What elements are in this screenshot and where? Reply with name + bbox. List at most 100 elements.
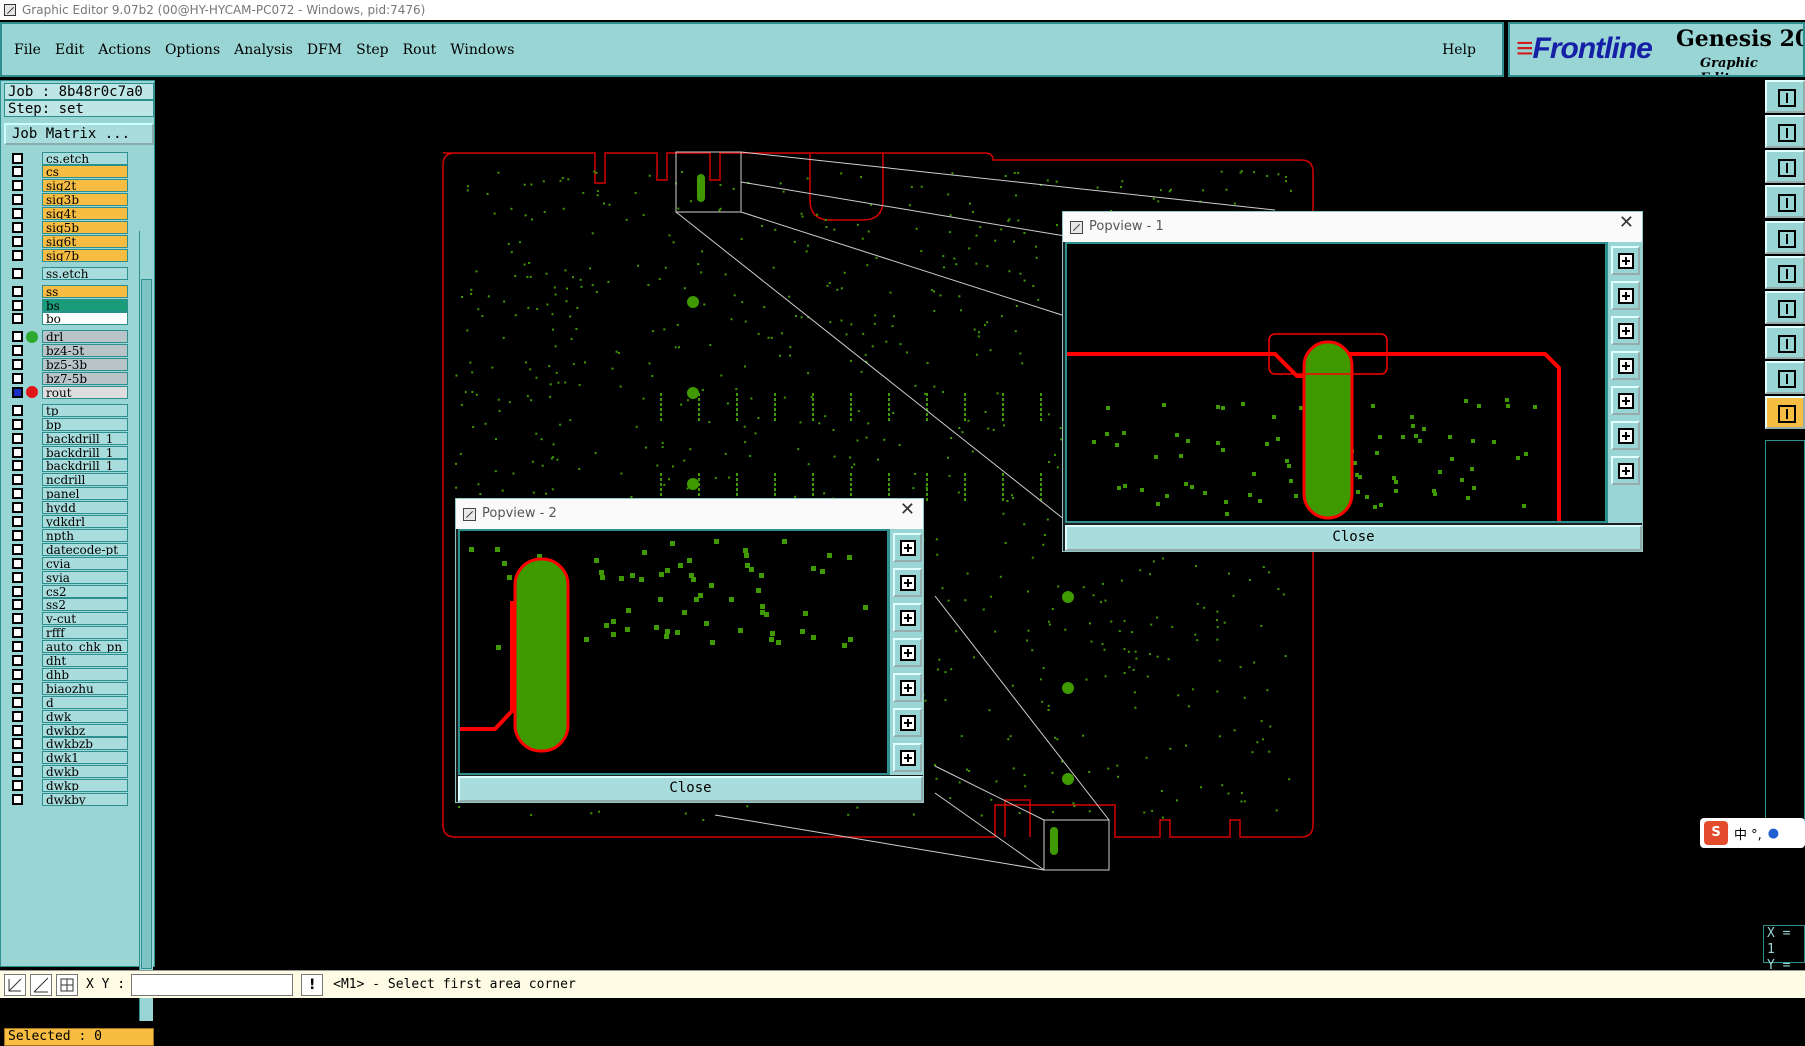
layer-row[interactable]: npth (4, 528, 134, 542)
zoom-in-icon[interactable] (1611, 246, 1640, 275)
layer-checkbox[interactable] (12, 249, 23, 261)
layer-checkbox[interactable] (12, 502, 23, 514)
popview-2-close-button[interactable]: Close (458, 776, 923, 802)
ime-bar[interactable]: S 中 °, ● (1700, 818, 1805, 848)
layer-row[interactable]: ss2 (4, 598, 134, 612)
layer-checkbox[interactable] (12, 696, 23, 708)
zoom-area-icon[interactable] (4, 973, 26, 996)
layer-row[interactable]: bz5-3b (4, 358, 134, 372)
job-matrix-button[interactable]: Job Matrix ... (4, 123, 154, 145)
pan-up-icon[interactable] (1611, 281, 1640, 310)
layer-checkbox[interactable] (12, 446, 23, 458)
layer-row[interactable]: dwkb (4, 765, 134, 779)
layer-row[interactable]: svia (4, 570, 134, 584)
layer-checkbox[interactable] (12, 794, 23, 805)
layer-checkbox[interactable] (12, 331, 23, 343)
feature-icon[interactable] (1765, 221, 1805, 254)
layer-checkbox[interactable] (12, 613, 23, 625)
layer-row[interactable]: tp (4, 403, 134, 417)
layer-checkbox[interactable] (12, 474, 23, 486)
menu-edit[interactable]: Edit (55, 42, 84, 58)
layer-checkbox[interactable] (12, 682, 23, 694)
layer-checkbox[interactable] (12, 285, 23, 297)
layer-row[interactable]: sig5b (4, 221, 134, 235)
pan-left-icon[interactable] (1611, 351, 1640, 380)
layer-checkbox[interactable] (12, 404, 23, 416)
layer-row[interactable]: bz4-5t (4, 344, 134, 358)
layer-checkbox[interactable] (12, 752, 23, 764)
layer-checkbox[interactable] (12, 557, 23, 569)
layer-row[interactable]: ss (4, 284, 134, 298)
menu-step[interactable]: Step (356, 42, 388, 58)
layer-checkbox[interactable] (12, 780, 23, 792)
layer-row[interactable]: cs2 (4, 584, 134, 598)
layer-row[interactable]: rout (4, 385, 134, 399)
pan-right-icon[interactable] (893, 673, 922, 702)
layer-checkbox[interactable] (12, 166, 23, 178)
layer-row[interactable]: cvia (4, 556, 134, 570)
layer-row[interactable]: dht (4, 654, 134, 668)
layer-row[interactable]: dwkbzb (4, 737, 134, 751)
layer-checkbox[interactable] (12, 345, 23, 357)
layer-row[interactable]: dhb (4, 667, 134, 681)
layer-row[interactable]: dwkbz (4, 723, 134, 737)
pan-right-icon[interactable] (1611, 386, 1640, 415)
select-color-icon[interactable] (1765, 326, 1805, 359)
zoom-in-icon[interactable] (893, 533, 922, 562)
close-icon[interactable]: ✕ (1619, 212, 1634, 233)
layer-checkbox[interactable] (12, 599, 23, 611)
menu-options[interactable]: Options (165, 42, 220, 58)
layer-row[interactable]: biaozhu (4, 681, 134, 695)
layer-row[interactable]: cs.etch (4, 151, 134, 165)
layer-checkbox[interactable] (12, 655, 23, 666)
layer-checkbox[interactable] (12, 373, 23, 384)
layer-checkbox[interactable] (12, 180, 23, 192)
layer-checkbox[interactable] (12, 516, 23, 527)
layer-checkbox[interactable] (12, 488, 23, 500)
layer-checkbox[interactable] (12, 194, 23, 206)
layer-checkbox[interactable] (12, 359, 23, 371)
layer-transform-icon[interactable] (1765, 185, 1805, 218)
layer-row[interactable]: v-cut (4, 612, 134, 626)
menu-rout[interactable]: Rout (403, 42, 437, 58)
layer-checkbox[interactable] (12, 152, 23, 164)
layer-row[interactable]: backdrill_1 (4, 445, 134, 459)
step-left-icon[interactable] (1765, 115, 1805, 148)
layer-row[interactable]: cs (4, 165, 134, 179)
pointer-icon[interactable] (1765, 396, 1805, 429)
layer-row[interactable]: dwk (4, 709, 134, 723)
layer-checkbox[interactable] (12, 641, 23, 653)
layer-checkbox[interactable] (12, 208, 23, 220)
layer-row[interactable]: sig7b (4, 248, 134, 262)
layer-row[interactable]: ncdrill (4, 473, 134, 487)
layer-checkbox[interactable] (12, 386, 23, 398)
menu-file[interactable]: File (14, 42, 41, 58)
layer-checkbox[interactable] (12, 738, 23, 750)
net-icon[interactable] (1765, 256, 1805, 289)
grid-icon[interactable] (56, 973, 78, 996)
layer-checkbox[interactable] (12, 313, 23, 325)
measure-icon[interactable] (30, 973, 52, 996)
layer-row[interactable]: bs (4, 298, 134, 312)
layer-checkbox[interactable] (12, 724, 23, 736)
triangle-icon[interactable] (1765, 361, 1805, 394)
layer-row[interactable]: bp (4, 417, 134, 431)
zoom-fit-icon[interactable] (1611, 421, 1640, 450)
layer-row[interactable]: panel (4, 487, 134, 501)
pan-left-icon[interactable] (893, 638, 922, 667)
layer-row[interactable]: bz7-5b (4, 372, 134, 386)
layer-row[interactable]: dwkby (4, 793, 134, 807)
layer-checkbox[interactable] (12, 766, 23, 778)
layer-checkbox[interactable] (12, 418, 23, 430)
zoom-fit-icon[interactable] (1765, 150, 1805, 183)
layer-row[interactable]: dwkp (4, 779, 134, 793)
layer-checkbox[interactable] (12, 235, 23, 247)
layer-row[interactable]: datecode-pt (4, 542, 134, 556)
layer-checkbox[interactable] (12, 267, 23, 279)
layer-row[interactable]: backdrill_1 (4, 459, 134, 473)
layer-row[interactable]: dwk1 (4, 751, 134, 765)
layer-checkbox[interactable] (12, 710, 23, 722)
layer-checkbox[interactable] (12, 222, 23, 233)
layer-row[interactable]: backdrill_1 (4, 431, 134, 445)
menu-actions[interactable]: Actions (98, 42, 151, 58)
